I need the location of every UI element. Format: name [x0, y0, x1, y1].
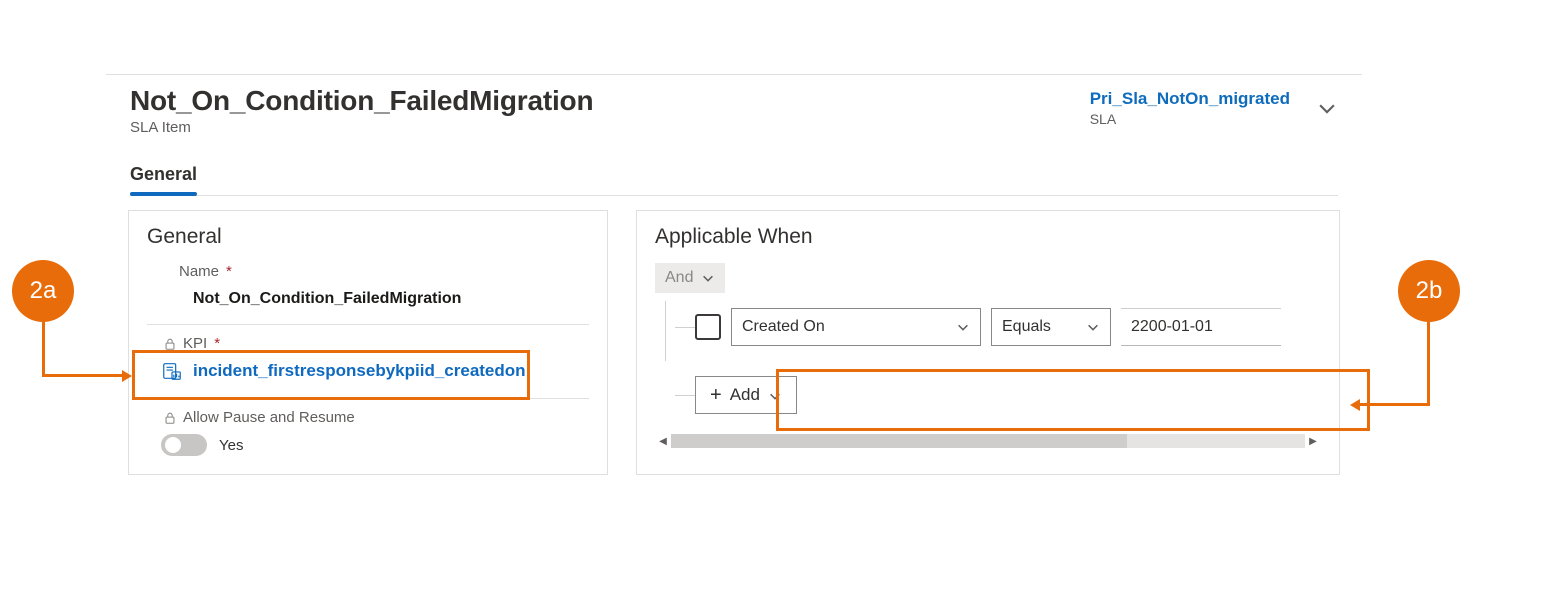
name-field: Name * Not_On_Condition_FailedMigration [147, 263, 589, 320]
condition-field-value: Created On [742, 318, 825, 336]
add-condition-row: + Add [695, 373, 1321, 417]
callout-2b-label: 2b [1416, 277, 1443, 305]
divider [147, 324, 589, 325]
add-label: Add [730, 385, 760, 405]
kpi-label-text: KPI [183, 335, 207, 352]
kpi-icon [161, 360, 183, 382]
header: Not_On_Condition_FailedMigration SLA Ite… [106, 75, 1362, 136]
scroll-left-arrow-icon[interactable]: ◀ [655, 433, 671, 449]
chevron-down-icon [768, 388, 782, 402]
page-title: Not_On_Condition_FailedMigration [130, 85, 593, 117]
kpi-value: incident_firstresponsebykpiid_createdon [193, 361, 526, 381]
plus-icon: + [710, 385, 722, 405]
add-condition-button[interactable]: + Add [695, 376, 797, 414]
condition-tree: Created On Equals [655, 305, 1321, 417]
callout-2b-arrow [1350, 399, 1360, 411]
chevron-down-icon [1086, 320, 1100, 334]
lock-icon [163, 337, 177, 351]
tab-general-label: General [130, 164, 197, 184]
callout-2a: 2a [12, 260, 74, 322]
related-label: SLA [1090, 111, 1290, 127]
lock-icon [163, 411, 177, 425]
chevron-down-icon [701, 271, 715, 285]
name-label-text: Name [179, 263, 219, 280]
condition-checkbox[interactable] [695, 314, 721, 340]
tree-line [665, 301, 666, 361]
allow-pause-label-text: Allow Pause and Resume [183, 409, 355, 426]
kpi-label: KPI * [147, 335, 589, 352]
chevron-down-icon [956, 320, 970, 334]
tab-general[interactable]: General [130, 158, 197, 195]
scroll-right-arrow-icon[interactable]: ▶ [1305, 433, 1321, 449]
general-section-title: General [147, 225, 589, 249]
tab-bar: General [130, 158, 1338, 196]
entity-type: SLA Item [130, 119, 593, 136]
condition-field-dropdown[interactable]: Created On [731, 308, 981, 346]
kpi-row[interactable]: incident_firstresponsebykpiid_createdon [147, 352, 589, 394]
group-operator-label: And [665, 269, 693, 287]
required-mark: * [226, 263, 232, 280]
callout-2a-label: 2a [30, 277, 57, 305]
condition-operator-dropdown[interactable]: Equals [991, 308, 1111, 346]
condition-value-input[interactable] [1121, 308, 1281, 346]
allow-pause-toggle[interactable] [161, 434, 207, 456]
applicable-when-title: Applicable When [655, 225, 1321, 249]
allow-pause-row: Yes [147, 426, 589, 456]
name-value[interactable]: Not_On_Condition_FailedMigration [179, 280, 589, 320]
scroll-thumb[interactable] [671, 434, 1127, 448]
allow-pause-value: Yes [219, 437, 243, 454]
required-mark: * [214, 335, 220, 352]
page-container: Not_On_Condition_FailedMigration SLA Ite… [106, 74, 1362, 612]
columns: General Name * Not_On_Condition_FailedMig… [128, 210, 1340, 475]
callout-2a-line-h [42, 374, 122, 377]
related-name: Pri_Sla_NotOn_migrated [1090, 89, 1290, 109]
callout-2a-line-v [42, 322, 45, 377]
general-section: General Name * Not_On_Condition_FailedMig… [128, 210, 608, 475]
group-operator[interactable]: And [655, 263, 725, 293]
title-block: Not_On_Condition_FailedMigration SLA Ite… [130, 85, 593, 136]
chevron-down-icon [1316, 97, 1338, 119]
name-label: Name * [179, 263, 589, 280]
related-record[interactable]: Pri_Sla_NotOn_migrated SLA [1090, 85, 1338, 127]
divider [147, 398, 589, 399]
callout-2b-line-v [1427, 322, 1430, 406]
allow-pause-label: Allow Pause and Resume [147, 409, 589, 426]
condition-row: Created On Equals [695, 305, 1321, 349]
callout-2b: 2b [1398, 260, 1460, 322]
applicable-when-section: Applicable When And Created On [636, 210, 1340, 475]
horizontal-scrollbar[interactable]: ◀ ▶ [655, 433, 1321, 449]
callout-2a-arrow [122, 370, 132, 382]
scroll-track[interactable] [671, 434, 1305, 448]
condition-operator-value: Equals [1002, 318, 1051, 336]
callout-2b-line-h [1360, 403, 1430, 406]
